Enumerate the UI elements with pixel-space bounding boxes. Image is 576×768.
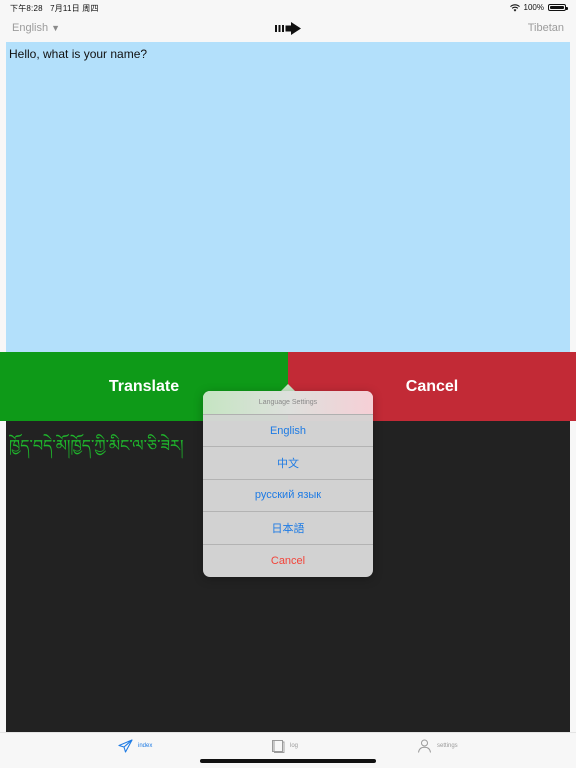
tab-log[interactable]: log <box>271 739 298 753</box>
language-option-japanese[interactable]: 日本語 <box>203 512 373 545</box>
tab-log-label: log <box>290 743 299 749</box>
battery-percent: 100% <box>523 3 544 12</box>
wifi-icon <box>509 3 520 12</box>
popover-cancel-button[interactable]: Cancel <box>203 545 373 577</box>
language-settings-popover: Language Settings English 中文 русский язы… <box>203 391 373 577</box>
language-option-chinese[interactable]: 中文 <box>203 447 373 480</box>
person-icon <box>418 739 431 753</box>
tab-index-label: index <box>138 743 153 749</box>
status-bar: 下午8:28 7月11日 周四 100% <box>0 0 576 14</box>
target-language-label[interactable]: Tibetan <box>528 22 564 34</box>
source-language-label: English <box>12 22 49 34</box>
paper-plane-icon <box>118 739 133 753</box>
book-icon <box>272 740 285 753</box>
popover-title: Language Settings <box>203 391 373 415</box>
status-time: 下午8:28 <box>10 4 43 13</box>
tab-settings[interactable]: settings <box>417 739 458 753</box>
source-language-selector[interactable]: English ▼ <box>12 22 60 34</box>
language-option-english[interactable]: English <box>203 415 373 448</box>
status-indicators: 100% <box>509 3 568 12</box>
dropdown-triangle-icon: ▼ <box>51 23 60 33</box>
right-arrow-icon[interactable] <box>275 22 301 35</box>
home-indicator <box>200 759 376 763</box>
source-text-input[interactable]: Hello, what is your name? <box>6 42 570 352</box>
language-option-russian[interactable]: русский язык <box>203 480 373 513</box>
status-date: 7月11日 周四 <box>50 4 99 13</box>
tab-index[interactable]: index <box>118 739 152 753</box>
nav-bar: English ▼ Tibetan <box>0 14 576 42</box>
status-time-date: 下午8:28 7月11日 周四 <box>10 3 99 14</box>
tab-settings-label: settings <box>437 743 458 749</box>
battery-icon <box>548 4 568 11</box>
